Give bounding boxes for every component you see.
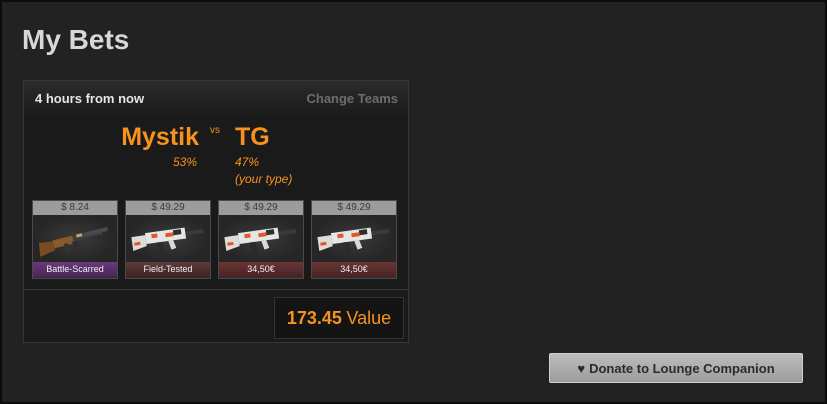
card-divider (24, 289, 408, 290)
bet-item[interactable]: $ 49.29 Field-Tested (125, 200, 211, 279)
change-teams-link[interactable]: Change Teams (306, 91, 398, 106)
vs-label: vs (210, 125, 220, 136)
ak47-rifle-icon (38, 226, 108, 257)
bet-value-label: Value (346, 308, 392, 328)
m4-rifle-icon (131, 227, 204, 255)
your-type-note: (your type) (235, 172, 293, 186)
item-price: $ 49.29 (312, 201, 396, 215)
item-price: $ 49.29 (219, 201, 303, 215)
bet-value-box: 173.45 Value (274, 297, 404, 339)
bet-items: $ 8.24 Battle-Scarred $ 49.29 Field-Test… (32, 200, 402, 280)
item-condition: 34,50€ (219, 262, 303, 277)
bet-value-number: 173.45 (286, 308, 342, 328)
team-a-percent: 53% (172, 155, 197, 169)
item-price: $ 49.29 (126, 201, 210, 215)
bet-item[interactable]: $ 49.29 34,50€ (218, 200, 304, 279)
item-condition: Battle-Scarred (33, 262, 117, 277)
m4-rifle-icon (224, 227, 297, 255)
bet-card: 4 hours from now Change Teams Mystik vs … (23, 80, 409, 343)
donate-label: Donate to Lounge Companion (589, 360, 775, 376)
heart-icon: ♥ (577, 360, 586, 376)
bet-item[interactable]: $ 8.24 Battle-Scarred (32, 200, 118, 279)
page-title: My Bets (22, 24, 130, 55)
item-condition: Field-Tested (126, 262, 210, 277)
bet-item[interactable]: $ 49.29 34,50€ (311, 200, 397, 279)
donate-button[interactable]: ♥ Donate to Lounge Companion (549, 353, 803, 383)
team-a-name[interactable]: Mystik (114, 123, 199, 152)
item-condition: 34,50€ (312, 262, 396, 277)
item-price: $ 8.24 (33, 201, 117, 215)
team-b-name[interactable]: TG (235, 123, 270, 152)
bet-card-header: 4 hours from now Change Teams (24, 81, 408, 117)
team-b-percent: 47% (235, 155, 260, 169)
m4-rifle-icon (317, 227, 390, 255)
match-time: 4 hours from now (35, 91, 145, 106)
